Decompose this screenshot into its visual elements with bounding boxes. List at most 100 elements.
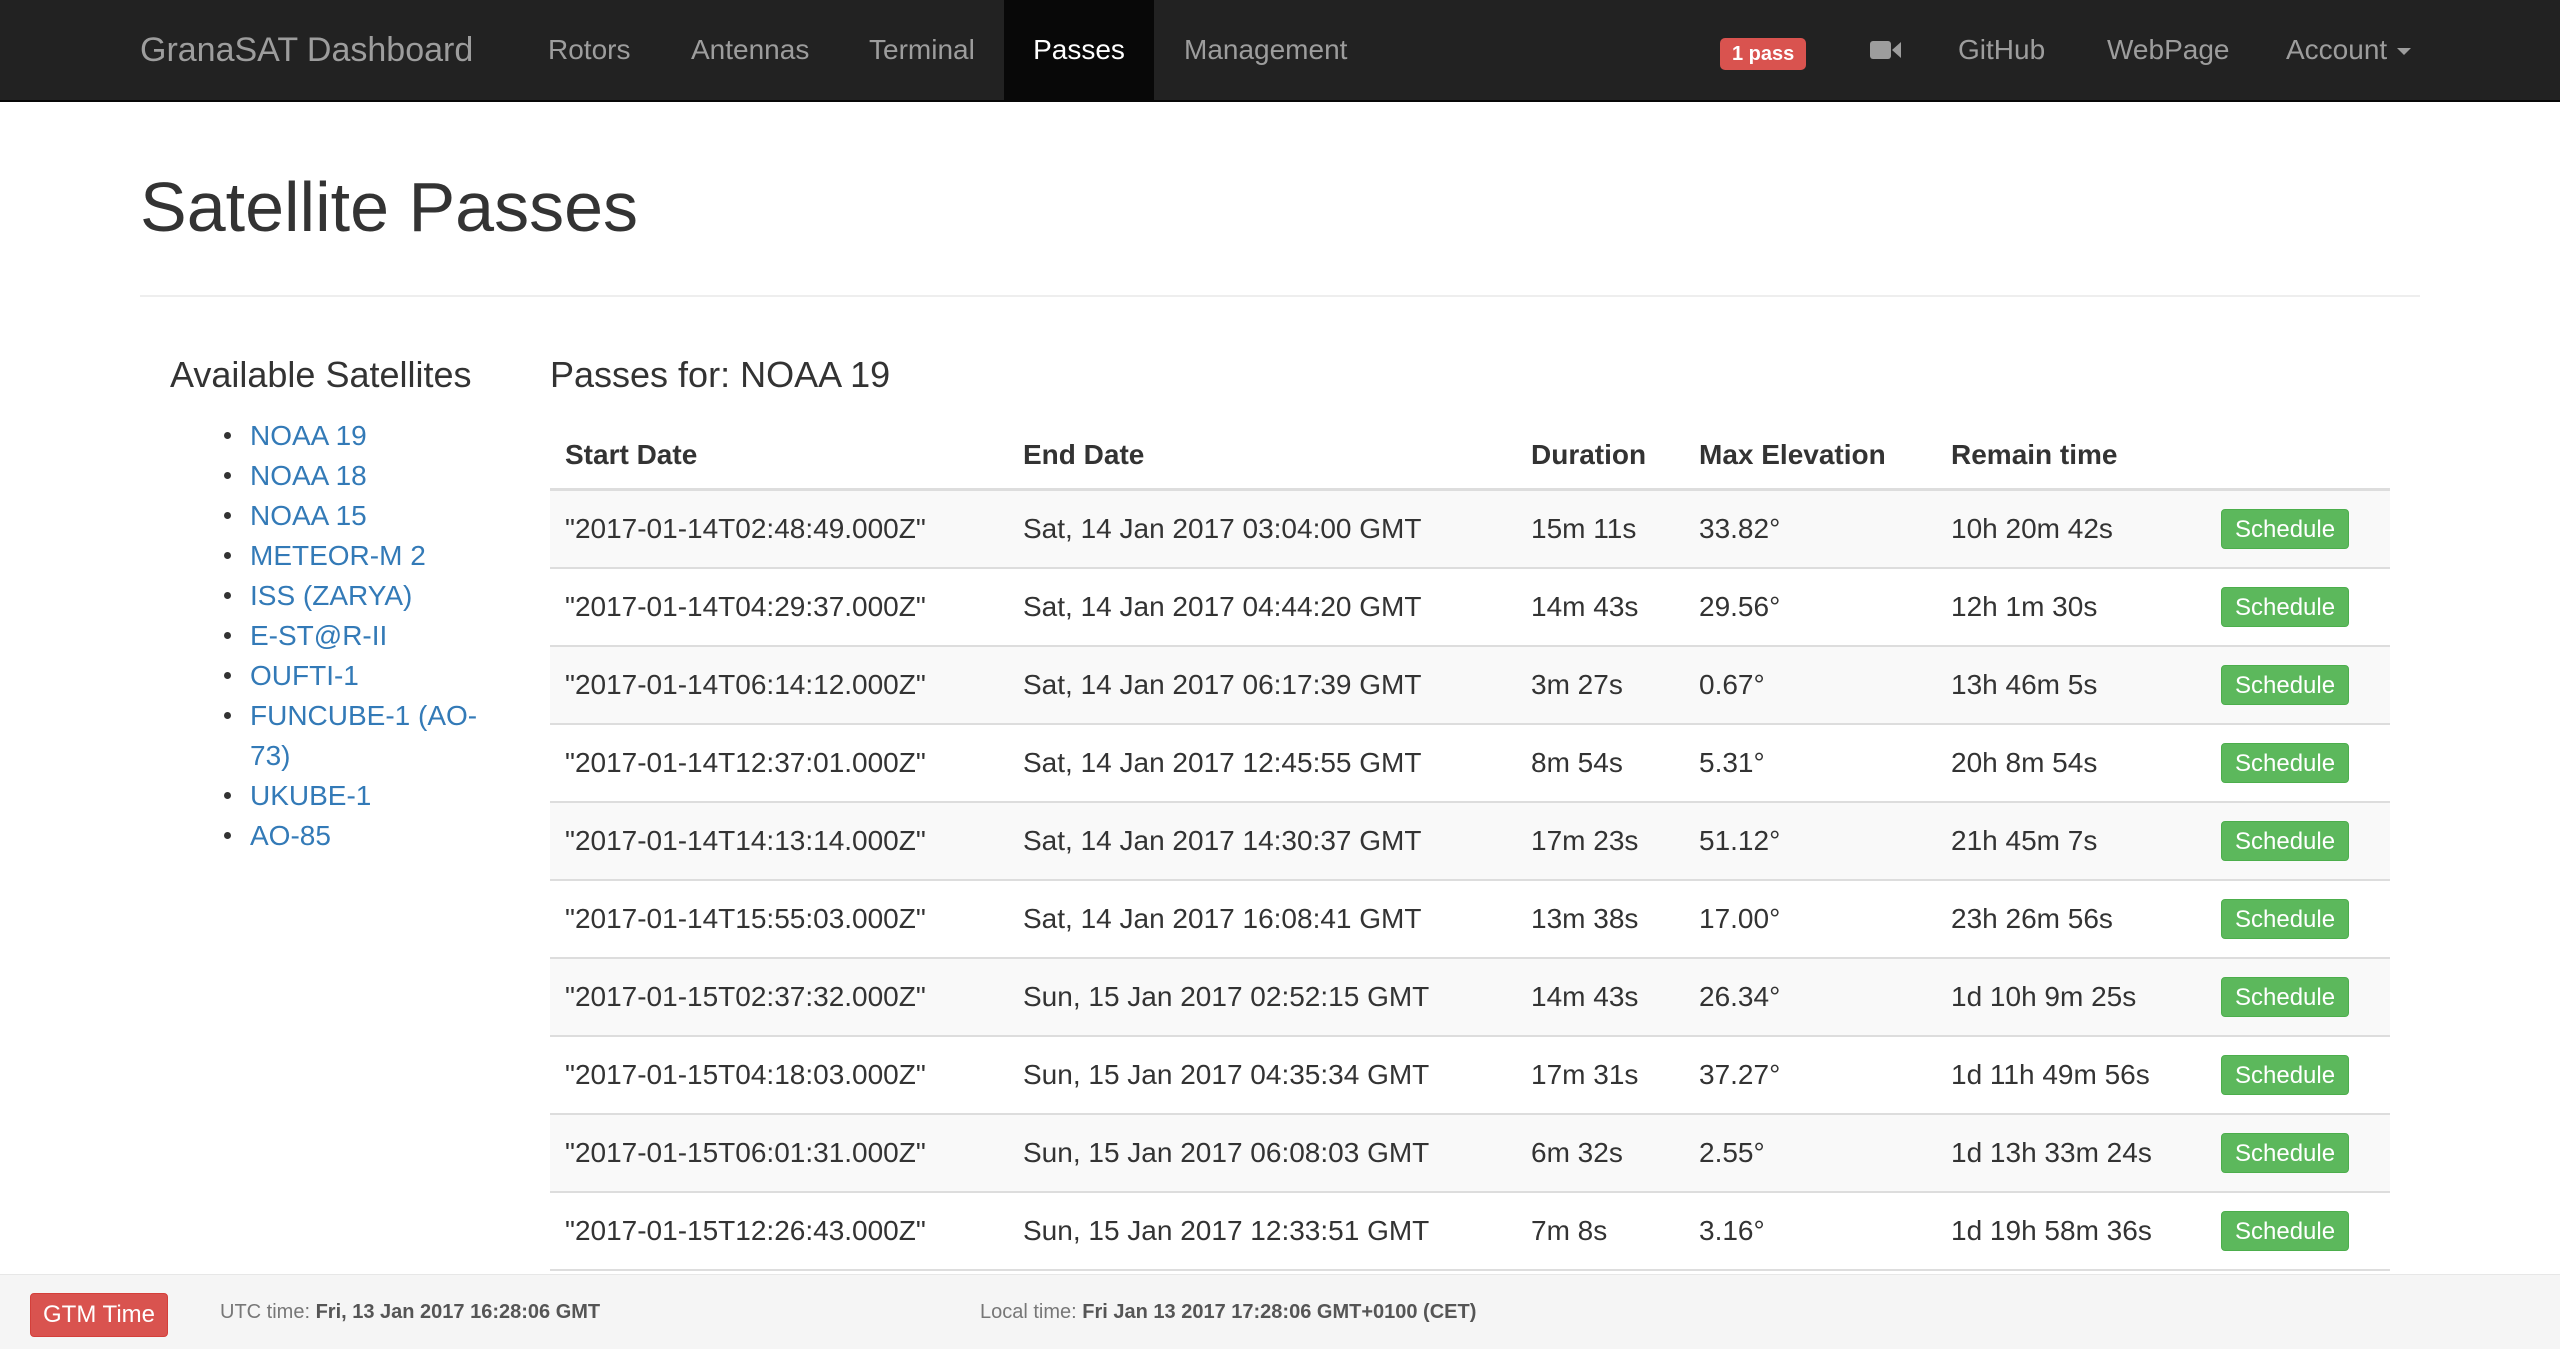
end-date-cell: Sat, 14 Jan 2017 04:44:20 GMT — [1008, 567, 1516, 646]
schedule-button[interactable]: Schedule — [2221, 1055, 2350, 1095]
table-row: "2017-01-14T04:29:37.000Z" Sat, 14 Jan 2… — [550, 567, 2390, 646]
schedule-button[interactable]: Schedule — [2221, 509, 2350, 549]
schedule-button[interactable]: Schedule — [2221, 587, 2350, 627]
schedule-button[interactable]: Schedule — [2221, 1133, 2350, 1173]
duration-cell: 7m 8s — [1516, 1191, 1684, 1271]
satellite-list-item: NOAA 18 — [224, 456, 490, 496]
max-elevation-cell: 3.16° — [1684, 1191, 1936, 1271]
brand-link[interactable]: GranaSAT Dashboard — [140, 0, 473, 100]
footer-bar: GTM Time UTC time: Fri, 13 Jan 2017 16:2… — [0, 1274, 2560, 1349]
table-row: "2017-01-15T12:26:43.000Z" Sun, 15 Jan 2… — [550, 1191, 2390, 1271]
end-date-cell: Sun, 15 Jan 2017 04:35:34 GMT — [1008, 1035, 1516, 1114]
duration-cell: 17m 23s — [1516, 801, 1684, 880]
video-camera-icon[interactable] — [1870, 39, 1902, 61]
schedule-button[interactable]: Schedule — [2221, 665, 2350, 705]
start-date-cell: "2017-01-14T12:37:01.000Z" — [550, 723, 1008, 802]
schedule-button[interactable]: Schedule — [2221, 743, 2350, 783]
duration-cell: 14m 43s — [1516, 957, 1684, 1036]
passes-table: Start Date End Date Duration Max Elevati… — [550, 422, 2390, 1271]
satellite-link-noaa-15[interactable]: NOAA 15 — [250, 500, 367, 531]
duration-cell: 3m 27s — [1516, 645, 1684, 724]
action-cell: Schedule — [2206, 1035, 2390, 1114]
satellite-link-ao-85[interactable]: AO-85 — [250, 820, 331, 851]
duration-cell: 8m 54s — [1516, 723, 1684, 802]
satellite-list-item: NOAA 19 — [224, 416, 490, 456]
nav-link-passes[interactable]: Passes — [1004, 0, 1154, 100]
schedule-button[interactable]: Schedule — [2221, 1211, 2350, 1251]
passes-title: Passes for: NOAA 19 — [550, 354, 891, 395]
remain-time-cell: 1d 19h 58m 36s — [1936, 1191, 2206, 1271]
table-header-row: Start Date End Date Duration Max Elevati… — [550, 422, 2390, 491]
max-elevation-cell: 0.67° — [1684, 645, 1936, 724]
action-cell: Schedule — [2206, 488, 2390, 568]
satellite-link-oufti-1[interactable]: OUFTI-1 — [250, 660, 359, 691]
duration-cell: 13m 38s — [1516, 879, 1684, 958]
end-date-cell: Sun, 15 Jan 2017 06:08:03 GMT — [1008, 1113, 1516, 1192]
start-date-cell: "2017-01-14T14:13:14.000Z" — [550, 801, 1008, 880]
column-header-remain-time: Remain time — [1936, 422, 2206, 491]
satellite-list-item: ISS (ZARYA) — [224, 576, 490, 616]
duration-cell: 17m 31s — [1516, 1035, 1684, 1114]
schedule-button[interactable]: Schedule — [2221, 821, 2350, 861]
sidebar-title: Available Satellites — [170, 354, 472, 395]
nav-link-rotors[interactable]: Rotors — [548, 0, 630, 100]
max-elevation-cell: 37.27° — [1684, 1035, 1936, 1114]
satellite-link-iss-zarya[interactable]: ISS (ZARYA) — [250, 580, 412, 611]
nav-link-antennas[interactable]: Antennas — [691, 0, 809, 100]
satellite-list-item: FUNCUBE-1 (AO-73) — [224, 696, 490, 776]
satellite-list-item: E-ST@R-II — [224, 616, 490, 656]
schedule-button[interactable]: Schedule — [2221, 977, 2350, 1017]
pass-count-badge[interactable]: 1 pass — [1720, 38, 1807, 70]
start-date-cell: "2017-01-14T02:48:49.000Z" — [550, 488, 1008, 568]
remain-time-cell: 12h 1m 30s — [1936, 567, 2206, 646]
nav-link-webpage[interactable]: WebPage — [2107, 0, 2229, 100]
satellite-link-noaa-19[interactable]: NOAA 19 — [250, 420, 367, 451]
caret-down-icon — [2397, 48, 2412, 56]
action-cell: Schedule — [2206, 801, 2390, 880]
column-header-end-date: End Date — [1008, 422, 1516, 491]
action-cell: Schedule — [2206, 723, 2390, 802]
nav-link-management[interactable]: Management — [1184, 0, 1347, 100]
table-row: "2017-01-14T14:13:14.000Z" Sat, 14 Jan 2… — [550, 801, 2390, 880]
start-date-cell: "2017-01-15T04:18:03.000Z" — [550, 1035, 1008, 1114]
local-time-value: Fri Jan 13 2017 17:28:06 GMT+0100 (CET) — [1082, 1301, 1477, 1323]
account-dropdown[interactable]: Account — [2286, 0, 2412, 100]
max-elevation-cell: 33.82° — [1684, 488, 1936, 568]
satellite-link-funcube-1[interactable]: FUNCUBE-1 (AO-73) — [250, 700, 477, 771]
schedule-button[interactable]: Schedule — [2221, 899, 2350, 939]
table-row: "2017-01-15T06:01:31.000Z" Sun, 15 Jan 2… — [550, 1113, 2390, 1192]
action-cell: Schedule — [2206, 567, 2390, 646]
satellite-link-noaa-18[interactable]: NOAA 18 — [250, 460, 367, 491]
end-date-cell: Sat, 14 Jan 2017 06:17:39 GMT — [1008, 645, 1516, 724]
satellite-list-item: AO-85 — [224, 816, 490, 856]
nav-link-github[interactable]: GitHub — [1958, 0, 2045, 100]
remain-time-cell: 1d 11h 49m 56s — [1936, 1035, 2206, 1114]
satellite-list-item: UKUBE-1 — [224, 776, 490, 816]
action-cell: Schedule — [2206, 1113, 2390, 1192]
column-header-action — [2206, 422, 2390, 491]
local-time-label: Local time: — [980, 1301, 1077, 1323]
remain-time-cell: 1d 13h 33m 24s — [1936, 1113, 2206, 1192]
header-divider — [140, 295, 2420, 297]
max-elevation-cell: 5.31° — [1684, 723, 1936, 802]
table-row: "2017-01-14T02:48:49.000Z" Sat, 14 Jan 2… — [550, 488, 2390, 568]
table-row: "2017-01-14T12:37:01.000Z" Sat, 14 Jan 2… — [550, 723, 2390, 802]
page-title: Satellite Passes — [140, 168, 639, 246]
utc-time-display: UTC time: Fri, 13 Jan 2017 16:28:06 GMT — [220, 1301, 600, 1324]
max-elevation-cell: 17.00° — [1684, 879, 1936, 958]
satellite-list-item: METEOR-M 2 — [224, 536, 490, 576]
satellite-link-e-star-ii[interactable]: E-ST@R-II — [250, 620, 387, 651]
nav-link-terminal[interactable]: Terminal — [869, 0, 975, 100]
end-date-cell: Sat, 14 Jan 2017 16:08:41 GMT — [1008, 879, 1516, 958]
remain-time-cell: 21h 45m 7s — [1936, 801, 2206, 880]
remain-time-cell: 20h 8m 54s — [1936, 723, 2206, 802]
action-cell: Schedule — [2206, 957, 2390, 1036]
table-row: "2017-01-15T02:37:32.000Z" Sun, 15 Jan 2… — [550, 957, 2390, 1036]
end-date-cell: Sat, 14 Jan 2017 14:30:37 GMT — [1008, 801, 1516, 880]
remain-time-cell: 13h 46m 5s — [1936, 645, 2206, 724]
start-date-cell: "2017-01-15T06:01:31.000Z" — [550, 1113, 1008, 1192]
end-date-cell: Sun, 15 Jan 2017 12:33:51 GMT — [1008, 1191, 1516, 1271]
satellite-link-meteor-m-2[interactable]: METEOR-M 2 — [250, 540, 426, 571]
satellite-link-ukube-1[interactable]: UKUBE-1 — [250, 780, 371, 811]
gtm-time-button[interactable]: GTM Time — [30, 1293, 168, 1337]
